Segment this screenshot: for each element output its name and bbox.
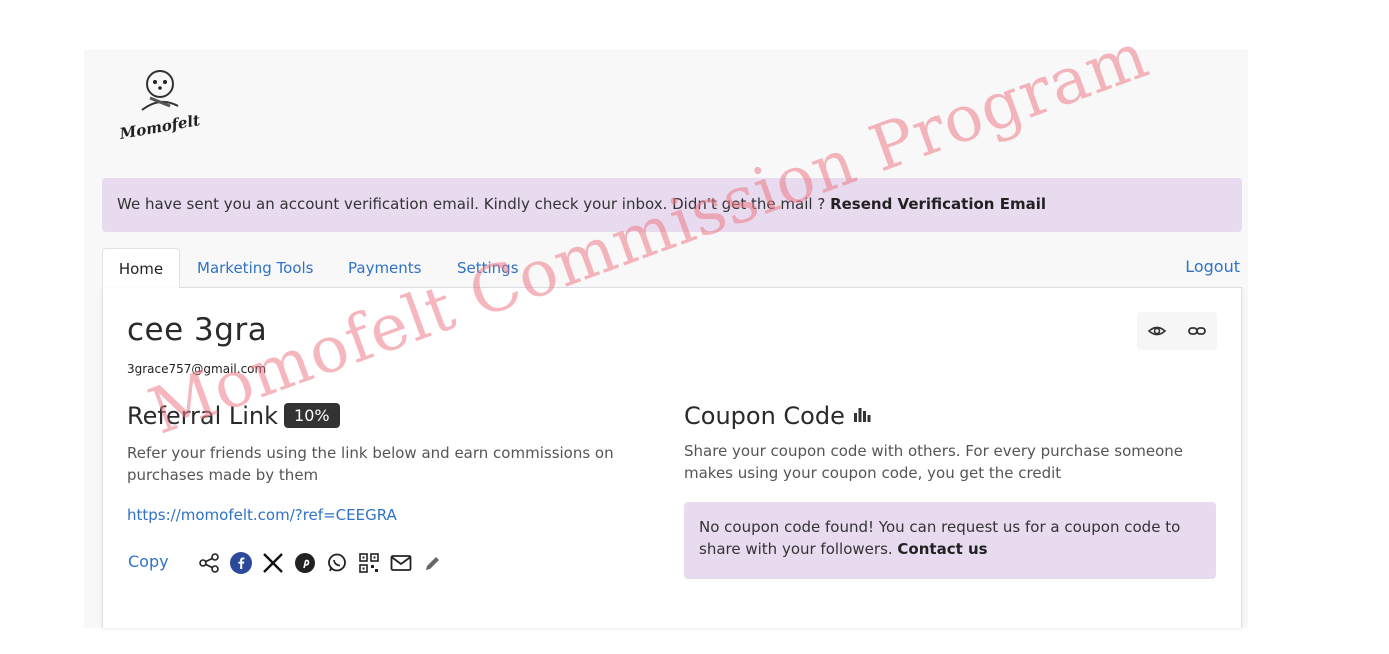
brand-logo[interactable]: Momofelt	[117, 58, 201, 143]
resend-verification-link[interactable]: Resend Verification Email	[830, 195, 1046, 213]
referral-heading: Referral Link 10%	[127, 402, 340, 430]
logout-link[interactable]: Logout	[1185, 248, 1240, 286]
nav-tabs: Home Marketing Tools Payments Settings L…	[102, 248, 1242, 288]
bar-chart-icon[interactable]	[853, 401, 871, 429]
tab-payments[interactable]: Payments	[348, 248, 421, 288]
tab-marketing-tools[interactable]: Marketing Tools	[197, 248, 313, 288]
referral-description: Refer your friends using the link below …	[127, 444, 614, 484]
share-icon[interactable]	[197, 551, 221, 575]
profile-email: 3grace757@gmail.com	[127, 362, 267, 376]
share-icons	[197, 550, 453, 576]
facebook-icon[interactable]	[229, 551, 253, 575]
logo-wordmark: Momofelt	[120, 111, 200, 142]
page-container: Momofelt We have sent you an account ver…	[84, 50, 1248, 628]
tab-settings[interactable]: Settings	[457, 248, 519, 288]
referral-title: Referral Link	[127, 402, 279, 430]
coupon-heading: Coupon Code	[684, 402, 871, 431]
pinterest-icon[interactable]	[293, 551, 317, 575]
coupon-title: Coupon Code	[684, 402, 845, 430]
no-coupon-alert: No coupon code found! You can request us…	[684, 502, 1216, 579]
eye-icon[interactable]	[1147, 321, 1167, 341]
qr-code-icon[interactable]	[357, 551, 381, 575]
commission-badge: 10%	[284, 402, 340, 428]
coupon-description: Share your coupon code with others. For …	[684, 442, 1184, 482]
email-icon[interactable]	[389, 551, 413, 575]
x-icon[interactable]	[261, 551, 285, 575]
referral-url[interactable]: https://momofelt.com/?ref=CEEGRA	[127, 506, 397, 524]
contact-us-link[interactable]: Contact us	[897, 540, 987, 558]
tab-home[interactable]: Home	[102, 248, 180, 288]
verification-alert: We have sent you an account verification…	[102, 178, 1242, 232]
profile-actions	[1137, 312, 1217, 350]
profile-name: cee 3gra	[127, 312, 268, 348]
alert-message: We have sent you an account verification…	[117, 195, 831, 213]
copy-button[interactable]: Copy	[128, 552, 169, 571]
link-icon[interactable]	[1187, 321, 1207, 341]
home-card: cee 3gra 3grace757@gmail.com Referral Li…	[102, 288, 1242, 628]
whatsapp-icon[interactable]	[325, 551, 349, 575]
edit-icon[interactable]	[421, 551, 445, 575]
